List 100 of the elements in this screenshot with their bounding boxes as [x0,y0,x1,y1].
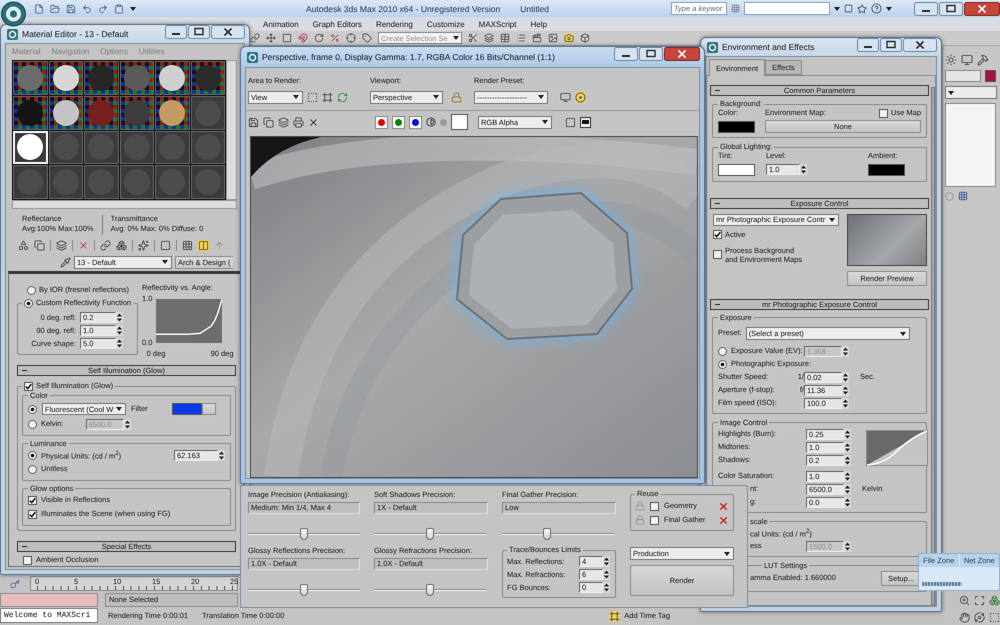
checkbox[interactable] [878,109,888,118]
list-icon[interactable] [516,33,526,43]
color-swatch[interactable] [868,164,905,176]
frame-icon[interactable] [322,92,333,103]
color-swatch[interactable] [718,164,755,176]
columns-icon[interactable] [198,240,209,250]
dot-icon[interactable] [440,118,447,126]
panel-icon[interactable] [580,116,591,128]
square-icon[interactable] [844,4,853,13]
layers-icon[interactable] [484,33,494,43]
grid-icon[interactable] [731,4,740,13]
orbit-icon[interactable] [974,612,985,622]
radio-button[interactable] [28,465,37,474]
checkbox[interactable] [650,502,659,510]
maximize-button[interactable] [639,47,663,61]
channel-toggle[interactable] [392,116,405,128]
image-icon[interactable] [548,33,558,43]
frame-icon[interactable] [609,610,620,622]
radio-button[interactable] [28,404,37,414]
spinner-arrows-icon[interactable] [603,582,610,593]
spinner-arrows-icon[interactable] [603,569,610,580]
slider-thumb[interactable] [542,528,551,540]
key-icon[interactable] [10,578,20,588]
print-icon[interactable] [293,116,304,128]
spinner-arrows-icon[interactable] [844,540,851,552]
close-button[interactable] [664,47,700,61]
close-button[interactable] [964,2,1000,16]
grid-icon[interactable] [182,240,193,250]
close-button[interactable] [211,25,245,39]
spinner-arrows-icon[interactable] [800,164,807,176]
spinner-arrows-icon[interactable] [842,372,849,383]
spinner-arrows-icon[interactable] [603,556,610,567]
minimize-button[interactable] [914,2,938,16]
sun-icon[interactable] [945,54,957,66]
clipboard-icon[interactable] [114,4,124,14]
checkbox[interactable] [650,516,659,524]
spinner-arrows-icon[interactable] [844,484,851,495]
hammer-icon[interactable] [977,54,989,66]
spinner-arrows-icon[interactable] [218,450,225,462]
radio-button[interactable] [28,451,37,460]
color-swatch[interactable] [718,120,755,132]
link-icon[interactable] [100,240,111,250]
layers-icon[interactable] [56,240,67,250]
color-swatch[interactable] [985,70,996,82]
slider-thumb[interactable] [300,584,308,596]
help-icon[interactable] [871,3,882,14]
dashed-square-icon[interactable] [307,92,318,103]
file-icon[interactable] [34,4,44,14]
sparkles-icon[interactable] [138,240,149,250]
save-icon[interactable] [66,4,76,14]
save-icon[interactable] [248,116,259,128]
maximize-button[interactable] [880,38,902,52]
checkbox[interactable] [24,382,33,391]
scrollbar[interactable] [12,200,237,209]
checkbox[interactable] [713,250,722,260]
tag-icon[interactable] [362,33,372,43]
spinner-arrows-icon[interactable] [844,496,851,508]
menu-item[interactable]: Graph Editors [312,20,362,28]
folder-icon[interactable] [50,4,60,14]
boxes-icon[interactable] [989,595,1000,606]
input-field[interactable] [744,2,830,15]
menu-item[interactable]: Help [530,20,547,28]
zoom-icon[interactable] [959,595,970,606]
square-icon[interactable] [160,240,171,250]
scrollbar[interactable] [226,60,237,200]
radio-button[interactable] [28,420,37,429]
input-field[interactable] [945,70,981,82]
shapes-icon[interactable] [18,240,29,250]
checkbox[interactable] [28,496,37,506]
spinner-arrows-icon[interactable] [844,454,851,466]
square-icon[interactable] [282,33,292,43]
slider-thumb[interactable] [426,584,434,596]
maximize-icon[interactable] [974,595,985,606]
spinner-arrows-icon[interactable] [842,398,849,409]
menu-item[interactable]: Animation [263,20,299,28]
cross-icon[interactable] [308,116,319,128]
lock-icon[interactable] [451,92,462,103]
spinner-arrows-icon[interactable] [116,312,123,323]
checkbox[interactable] [23,556,32,566]
radio-button[interactable] [24,299,33,308]
script-input-field[interactable]: Welcome to MAXScri [0,608,98,623]
menu-item[interactable]: MAXScript [478,20,516,28]
spinner-arrows-icon[interactable] [844,470,851,482]
maximize-button[interactable] [188,25,210,39]
link-icon[interactable] [250,33,260,43]
refresh-icon[interactable] [337,92,348,103]
spinner-arrows-icon[interactable] [844,442,851,453]
radio-button[interactable] [27,286,36,295]
dashed-square-icon[interactable] [989,612,1000,622]
radio-button[interactable] [718,360,727,369]
checkbox[interactable] [713,230,722,240]
script-output-field[interactable] [0,593,98,607]
contrast-icon[interactable] [426,117,436,127]
app-logo-icon[interactable] [1,1,26,27]
spinner-arrows-icon[interactable] [116,325,123,336]
rotate-icon[interactable] [314,33,324,43]
spinner-arrows-icon[interactable] [842,346,849,357]
minimize-button[interactable] [614,47,638,61]
undo-icon[interactable] [82,4,92,14]
channel-toggle[interactable] [375,116,388,128]
